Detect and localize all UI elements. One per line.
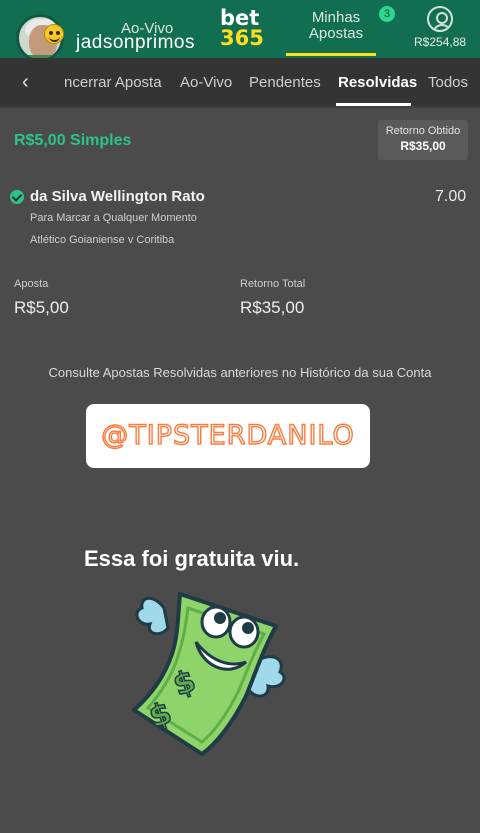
bet-market: Para Marcar a Qualquer Momento <box>30 212 197 224</box>
account-balance[interactable]: R$254,88 <box>414 35 466 49</box>
retorno-total-label: Retorno Total <box>240 278 306 290</box>
retorno-obtido-box: Retorno Obtido R$35,00 <box>378 120 468 160</box>
smile-emoji-icon <box>44 24 64 44</box>
back-chevron-icon[interactable]: ‹ <box>22 72 36 92</box>
minhas-apostas-underline <box>286 53 376 56</box>
history-note: Consulte Apostas Resolvidas anteriores n… <box>48 365 432 380</box>
retorno-total-value: R$35,00 <box>240 298 305 317</box>
flying-money-icon: $ $ <box>132 592 286 756</box>
tab-ao-vivo[interactable]: Ao-Vivo <box>180 74 232 91</box>
tab-encerrar-aposta[interactable]: ncerrar Aposta <box>64 74 162 91</box>
tab-pendentes[interactable]: Pendentes <box>249 74 321 91</box>
notification-badge: 3 <box>379 6 395 22</box>
bet-filter-tabs: ‹ ncerrar Aposta Ao-Vivo Pendentes Resol… <box>0 58 480 106</box>
brand-text-bottom: 365 <box>220 26 264 50</box>
bet-odds: 7.00 <box>435 188 467 205</box>
divider <box>0 106 480 108</box>
story-caption: Essa foi gratuita viu. <box>84 546 300 571</box>
bet-stake-title: R$5,00 Simples <box>14 132 132 149</box>
check-circle-icon <box>10 190 24 204</box>
user-account-icon[interactable] <box>427 6 453 32</box>
bet-event: Atlético Goianiense v Coritiba <box>30 234 175 246</box>
username: jadsonprimos <box>76 32 195 53</box>
retorno-obtido-value: R$35,00 <box>400 139 446 153</box>
bet365-logo[interactable]: bet 365 <box>220 6 264 50</box>
tab-todos[interactable]: Todos <box>428 74 468 91</box>
tab-resolvidas[interactable]: Resolvidas <box>338 74 417 91</box>
bet-selection: da Silva Wellington Rato <box>30 188 205 205</box>
aposta-label: Aposta <box>14 278 49 290</box>
brand-text-top: bet <box>220 6 260 30</box>
minhas-apostas-link[interactable]: Minhas Apostas <box>296 10 376 42</box>
tipster-tag-sticker: @TIPSTERDANILO <box>86 404 370 468</box>
aposta-value: R$5,00 <box>14 298 69 317</box>
retorno-obtido-label: Retorno Obtido <box>385 125 461 137</box>
